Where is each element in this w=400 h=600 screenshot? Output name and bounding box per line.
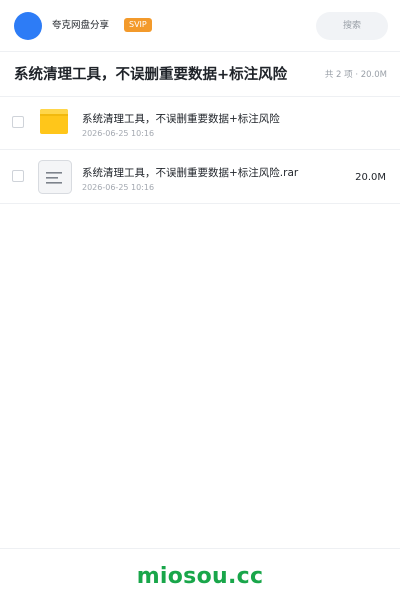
header-bar: 夸克网盘分享 SVIP [0, 0, 400, 52]
file-date: 2026-06-25 10:16 [82, 183, 155, 192]
archive-file-icon [38, 160, 72, 194]
folder-icon [38, 106, 72, 140]
page-title: 系统清理工具，不误删重要数据+标注风险 [14, 67, 288, 83]
file-date: 2026-06-25 10:16 [82, 129, 155, 138]
share-page: 夸克网盘分享 SVIP 系统清理工具，不误删重要数据+标注风险 共 2 项 · … [0, 0, 400, 600]
select-checkbox[interactable] [12, 116, 24, 128]
search-input[interactable] [316, 12, 388, 40]
file-size: 20.0M [355, 172, 386, 183]
avatar[interactable] [14, 12, 42, 40]
folder-header: 系统清理工具，不误删重要数据+标注风险 共 2 项 · 20.0M [0, 52, 400, 97]
footer-banner: miosou.cc [0, 548, 400, 600]
file-name[interactable]: 系统清理工具，不误删重要数据+标注风险 [82, 112, 280, 126]
item-count-summary: 共 2 项 · 20.0M [324, 70, 387, 80]
list-item[interactable]: 系统清理工具，不误删重要数据+标注风险 2026-06-25 10:16 [0, 96, 400, 150]
list-item[interactable]: 系统清理工具，不误删重要数据+标注风险.rar 2026-06-25 10:16… [0, 150, 400, 204]
site-brand[interactable]: miosou.cc [0, 563, 400, 591]
select-checkbox[interactable] [12, 170, 24, 182]
user-name[interactable]: 夸克网盘分享 [52, 19, 109, 33]
file-name[interactable]: 系统清理工具，不误删重要数据+标注风险.rar [82, 166, 298, 180]
svip-badge: SVIP [124, 18, 152, 32]
